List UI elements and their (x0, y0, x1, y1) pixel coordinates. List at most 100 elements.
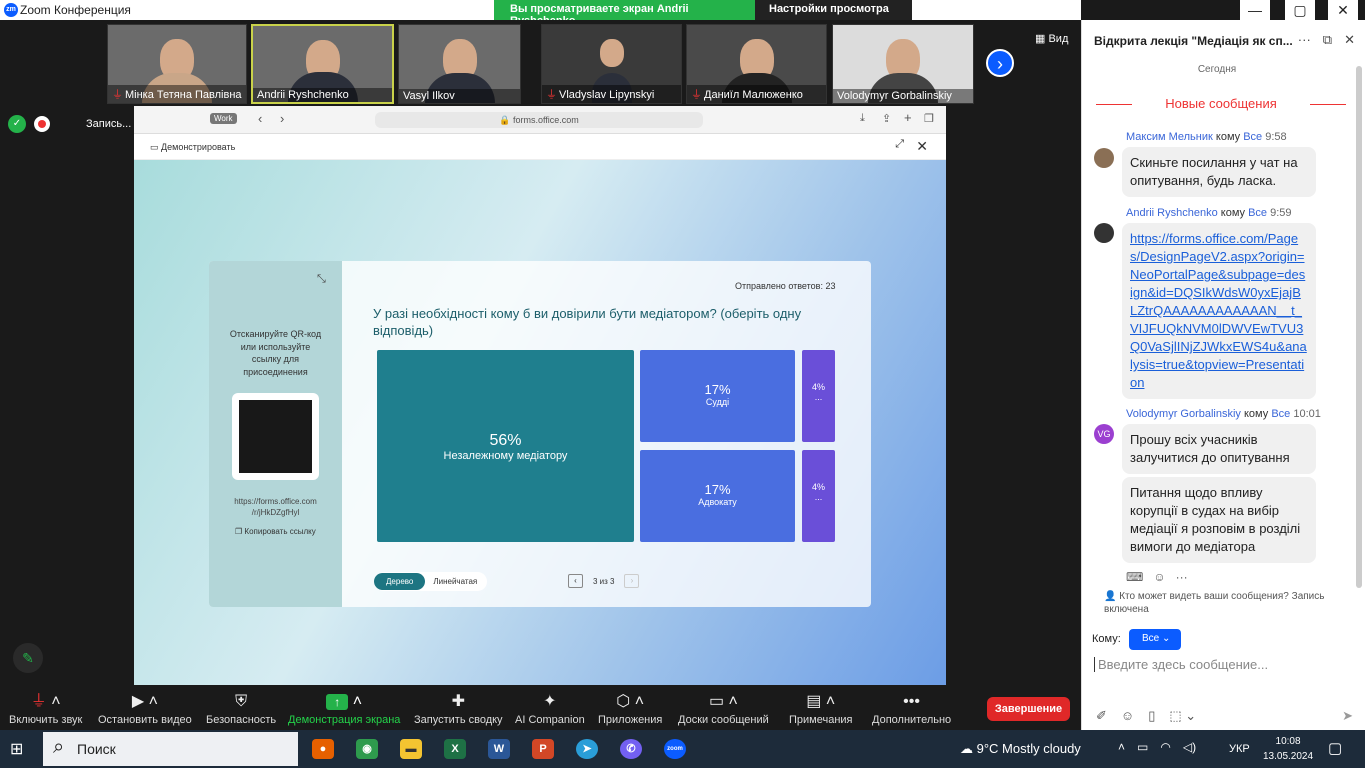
chevron-up-icon[interactable]: ˄ (1118, 740, 1125, 754)
annotate-pencil-icon[interactable]: ✎ (13, 643, 43, 673)
windows-start-icon[interactable]: ⊞ (10, 739, 23, 759)
back-icon[interactable]: ‹ (258, 111, 262, 126)
more-button[interactable]: ••• Дополнительно (872, 690, 951, 726)
qr-code (232, 393, 319, 480)
browser-toolbar: Work ‹ › 🔒 forms.office.com ⤓ ⇪ + ❐ (134, 106, 946, 134)
expand-icon[interactable]: ⤢ (895, 138, 904, 151)
chrome-icon[interactable]: ◉ (356, 739, 378, 759)
collapse-icon[interactable]: ⤡ (317, 273, 326, 286)
format-icon[interactable]: ✐ (1096, 708, 1107, 724)
next-participants-button[interactable]: › (986, 49, 1014, 77)
zoom-icon[interactable]: zoom (664, 739, 686, 759)
word-icon[interactable]: W (488, 739, 510, 759)
minimize-icon[interactable]: — (1240, 0, 1270, 20)
treemap-tile[interactable]: 4%... (802, 450, 835, 542)
emoji-icon[interactable]: ☺ (1121, 708, 1134, 724)
prev-question-button[interactable]: ‹ (568, 574, 583, 588)
close-window-icon[interactable]: ✕ (1328, 0, 1358, 20)
chart-type-toggle: Дерево Линейчатая (374, 572, 487, 591)
chat-link[interactable]: https://forms.office.com/Pages/DesignPag… (1130, 231, 1307, 390)
date-divider: Сегодня (1197, 64, 1237, 75)
form-link[interactable]: https://forms.office.com /r/jHkDZgfHyl (227, 496, 324, 518)
question-title: У разі необхідності кому б ви довірили б… (373, 306, 802, 338)
start-summary-button[interactable]: ✚ Запустить сводку (414, 690, 503, 726)
visibility-note[interactable]: 👤 Кто может видеть ваши сообщения? Запис… (1104, 590, 1359, 616)
unmute-button[interactable]: ⏚ ˄ Включить звук (9, 690, 82, 726)
participant-tile[interactable]: ⏚ Даниїл Малюженко (686, 24, 827, 104)
excel-icon[interactable]: X (444, 739, 466, 759)
maximize-icon[interactable]: ▢ (1285, 0, 1315, 20)
wifi-icon[interactable]: ◠ (1160, 740, 1170, 754)
file-explorer-icon[interactable]: ▬ (400, 739, 422, 759)
page-indicator: 3 из 3 (593, 576, 615, 586)
security-button[interactable]: ⛨ Безопасность (206, 690, 276, 726)
view-settings-button[interactable]: Настройки просмотра ⌄ (755, 0, 912, 28)
address-bar[interactable]: 🔒 forms.office.com (375, 112, 703, 128)
notes-icon: ▤ ˄ (806, 693, 836, 710)
app-title: Zoom Конференция (20, 3, 131, 17)
participant-tile[interactable]: Andrii Ryshchenko (251, 24, 394, 104)
tile-percent: 56% (489, 432, 522, 449)
participant-tile[interactable]: ⏚ Vladyslav Lipynskyi (541, 24, 682, 104)
view-button[interactable]: ▦ Вид (1035, 32, 1068, 45)
battery-icon[interactable]: ▭ (1137, 740, 1148, 754)
treemap-tile[interactable]: 17% Адвокату (640, 450, 795, 542)
powerpoint-icon[interactable]: P (532, 739, 554, 759)
bar-view-button[interactable]: Линейчатая (425, 573, 485, 590)
treemap-tile[interactable]: 4%... (802, 350, 835, 442)
viber-icon[interactable]: ✆ (620, 739, 642, 759)
message-input[interactable]: Введите здесь сообщение... (1094, 657, 1344, 672)
whiteboards-button[interactable]: ▭ ˄ Доски сообщений (678, 690, 769, 726)
copy-link-button[interactable]: ❐ Копировать ссылку (235, 527, 316, 536)
clock[interactable]: 10:08 13.05.2024 (1263, 734, 1313, 764)
participant-tile[interactable]: Volodymyr Gorbalinskiy (832, 24, 974, 104)
screenshot-icon[interactable]: ⬚ ⌄ (1169, 708, 1196, 724)
next-question-button[interactable]: › (624, 574, 640, 588)
add-reaction-icon[interactable]: ☺ (1153, 570, 1165, 584)
file-icon[interactable]: ▯ (1148, 708, 1155, 724)
new-tab-icon[interactable]: + (904, 110, 912, 125)
encryption-shield-icon[interactable]: ✓ (8, 115, 26, 133)
share-screen-button[interactable]: ↑ ˄ Демонстрация экрана (288, 690, 400, 726)
more-icon[interactable]: ··· (1298, 32, 1311, 48)
ai-companion-button[interactable]: ✦ AI Companion (515, 690, 585, 726)
present-bar: ▭ Демонстрировать ⤢ ✕ (134, 134, 946, 160)
tile-label: Адвокату (698, 497, 737, 507)
chat-scrollbar[interactable] (1356, 66, 1362, 588)
weather-widget[interactable]: ☁ 9°C Mostly cloudy (960, 741, 1081, 757)
reply-icon[interactable]: ⌨ (1126, 570, 1143, 584)
notes-button[interactable]: ▤ ˄ Примечания (789, 690, 853, 726)
tree-view-button[interactable]: Дерево (374, 573, 426, 590)
popout-icon[interactable]: ⧉ (1323, 32, 1332, 48)
tabs-icon[interactable]: ❐ (924, 112, 934, 125)
treemap-tile[interactable]: 56% Незалежному медіатору (377, 350, 634, 542)
participant-tile[interactable]: Vasyl Ilkov (398, 24, 521, 104)
download-icon[interactable]: ⤓ (860, 112, 865, 125)
language-indicator[interactable]: УКР (1229, 743, 1250, 755)
forward-icon[interactable]: › (280, 111, 284, 126)
join-panel: ⤡ Отсканируйте QR-код или используйте сс… (209, 261, 342, 607)
tile-label: ... (814, 492, 823, 502)
grid-icon: ▦ (1035, 33, 1046, 45)
viewing-screen-label: Вы просматриваете экран Andrii Ryshchenk… (494, 0, 755, 27)
volume-icon[interactable]: ◁) (1183, 740, 1196, 754)
stop-video-button[interactable]: ▶ ˄ Остановить видео (98, 690, 192, 726)
firefox-icon[interactable]: ● (312, 739, 334, 759)
notifications-icon[interactable]: ▢ (1328, 739, 1342, 757)
participant-name: Даниїл Малюженко (704, 89, 803, 101)
tile-percent: 17% (704, 482, 731, 497)
close-present-icon[interactable]: ✕ (916, 138, 928, 155)
close-chat-icon[interactable]: ✕ (1344, 32, 1355, 48)
more-icon[interactable]: ··· (1176, 570, 1188, 584)
recipient-select[interactable]: Все ⌄ (1129, 629, 1181, 650)
treemap-tile[interactable]: 17% Судді (640, 350, 795, 442)
apps-button[interactable]: ⬡ ˄ Приложения (598, 690, 662, 726)
tile-label: Незалежному медіатору (443, 450, 568, 462)
send-icon[interactable]: ➤ (1342, 708, 1353, 724)
taskbar-search[interactable]: Поиск (43, 732, 298, 766)
end-meeting-button[interactable]: Завершение (987, 697, 1070, 721)
participant-tile[interactable]: ⏚ Мінка Тетяна Павлівна (107, 24, 247, 104)
telegram-icon[interactable]: ➤ (576, 739, 598, 759)
share-icon[interactable]: ⇪ (882, 112, 891, 125)
workspace-tag[interactable]: Work (210, 113, 237, 124)
